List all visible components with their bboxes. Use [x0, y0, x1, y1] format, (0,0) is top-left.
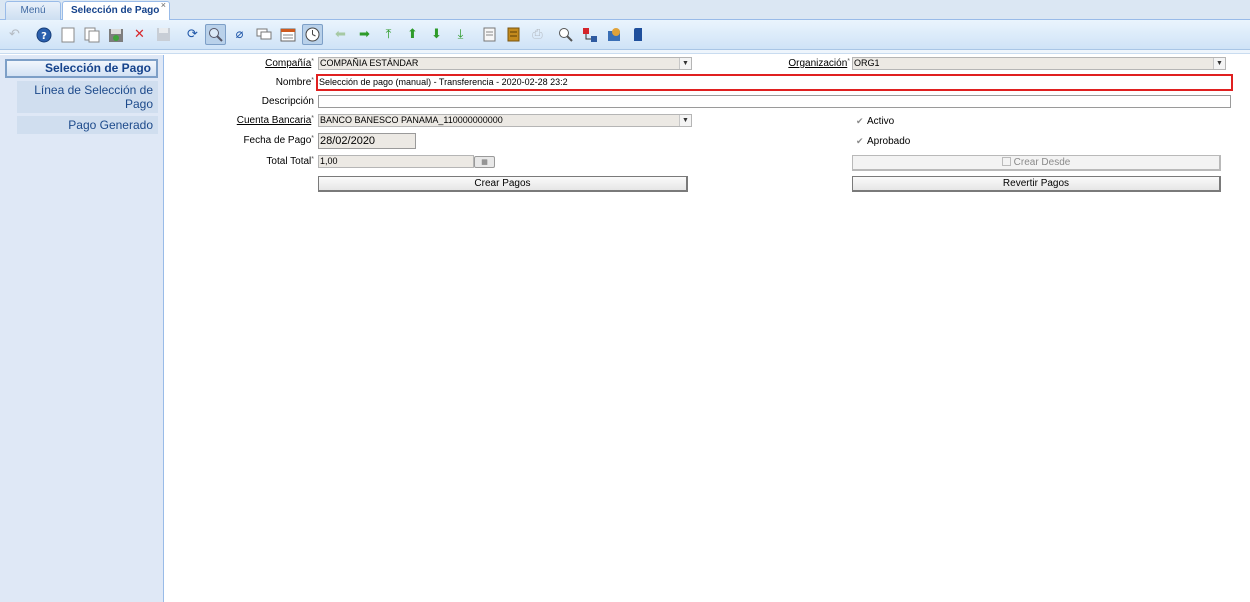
active-label: Activo — [867, 116, 895, 127]
payment-date-label: Fecha de Pago* — [243, 135, 314, 146]
company-value: COMPAÑIA ESTÁNDAR — [320, 58, 419, 68]
tab-payment-selection-label: Selección de Pago — [71, 5, 160, 16]
organization-label: Organización* — [788, 58, 850, 69]
company-select[interactable]: COMPAÑIA ESTÁNDAR ▼ — [318, 57, 692, 70]
save-icon[interactable] — [153, 24, 174, 45]
next-icon[interactable]: ➡ — [354, 24, 375, 45]
active-checkbox[interactable]: ✔ Activo — [856, 116, 894, 127]
total-input[interactable]: 1,00 — [318, 155, 474, 168]
total-label: Total Total* — [266, 156, 314, 167]
print-icon[interactable]: ⎙ — [527, 24, 548, 45]
previous-icon[interactable]: ⬅ — [330, 24, 351, 45]
bank-account-value: BANCO BANESCO PANAMA_110000000000 — [320, 115, 503, 125]
last-record-icon[interactable]: ⤓ — [450, 24, 471, 45]
archive-icon[interactable] — [503, 24, 524, 45]
find-icon[interactable] — [205, 24, 226, 45]
create-from-label: Crear Desde — [1013, 157, 1071, 168]
tab-menu[interactable]: Menú (1) — [5, 1, 61, 33]
organization-value: ORG1 — [854, 58, 880, 68]
bank-account-select[interactable]: BANCO BANESCO PANAMA_110000000000 ▼ — [318, 114, 692, 127]
save-new-icon[interactable] — [105, 24, 126, 45]
organization-select[interactable]: ORG1 ▼ — [852, 57, 1226, 70]
nav-item-generated-payment[interactable]: Pago Generado — [17, 116, 158, 134]
refresh-icon[interactable]: ⟳ — [182, 24, 203, 45]
name-input[interactable]: Selección de pago (manual) - Transferenc… — [316, 74, 1233, 91]
chevron-down-icon[interactable]: ▼ — [679, 115, 691, 126]
bank-account-label: Cuenta Bancaria* — [236, 115, 314, 126]
workflow-icon[interactable] — [579, 24, 600, 45]
new-record-icon[interactable] — [57, 24, 78, 45]
approved-checkbox[interactable]: ✔ Aprobado — [856, 136, 910, 147]
first-record-icon[interactable]: ⤒ — [378, 24, 399, 45]
svg-text:?: ? — [41, 31, 47, 42]
help-icon[interactable]: ? — [33, 24, 54, 45]
detail-record-icon[interactable]: ⬇ — [426, 24, 447, 45]
zoom-across-icon[interactable] — [555, 24, 576, 45]
tab-payment-selection[interactable]: Selección de Pago × — [62, 0, 170, 21]
description-input[interactable] — [318, 95, 1231, 108]
chevron-down-icon[interactable]: ▼ — [679, 58, 691, 69]
checkbox-check-icon: ✔ — [856, 116, 864, 126]
checkbox-check-icon: ✔ — [856, 136, 864, 146]
parent-record-icon[interactable]: ⬆ — [402, 24, 423, 45]
approved-label: Aprobado — [867, 136, 911, 147]
report-icon[interactable] — [479, 24, 500, 45]
toolbar: ↶ ? ✕ ⟳ ⌀ ⬅ ➡ ⤒ ⬆ ⬇ ⤓ ⎙ — [0, 20, 1250, 50]
undo-icon[interactable]: ↶ — [4, 24, 25, 45]
description-label: Descripción — [261, 96, 314, 107]
chevron-down-icon[interactable]: ▼ — [1213, 58, 1225, 69]
attachment-icon[interactable]: ⌀ — [229, 24, 250, 45]
toolbar-divider — [0, 50, 1250, 54]
document-icon — [1001, 157, 1011, 166]
calculator-icon[interactable]: ▦ — [474, 156, 495, 168]
end-icon[interactable] — [627, 24, 648, 45]
delete-icon[interactable]: ✕ — [129, 24, 150, 45]
create-payments-button[interactable]: Crear Pagos — [318, 176, 688, 192]
create-from-button[interactable]: Crear Desde — [852, 155, 1221, 171]
window-tab-bar: Menú (1) Selección de Pago × — [0, 0, 1250, 33]
grid-toggle-icon[interactable] — [277, 24, 298, 45]
close-icon[interactable]: × — [161, 0, 166, 14]
name-label: Nombre* — [275, 77, 314, 88]
history-icon[interactable] — [302, 24, 323, 45]
nav-item-payment-selection-line[interactable]: Línea de Selección de Pago — [17, 81, 158, 113]
company-label: Compañía* — [265, 58, 314, 69]
product-info-icon[interactable] — [603, 24, 624, 45]
revert-payments-button[interactable]: Revertir Pagos — [852, 176, 1221, 192]
nav-item-payment-selection[interactable]: Selección de Pago — [5, 59, 158, 78]
chat-icon[interactable] — [253, 24, 274, 45]
payment-date-input[interactable]: 28/02/2020 — [318, 133, 416, 149]
left-navigation: Selección de Pago Línea de Selección de … — [0, 55, 164, 602]
copy-record-icon[interactable] — [81, 24, 102, 45]
